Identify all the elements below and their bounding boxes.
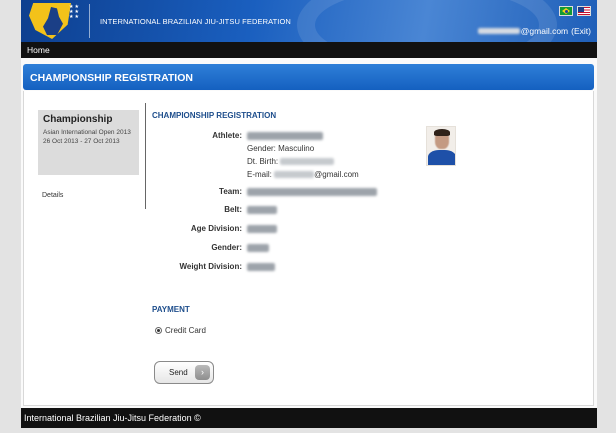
site-header: ★★ ★★ ★★ INTERNATIONAL BRAZILIAN JIU-JIT… — [21, 0, 597, 42]
team-redacted — [247, 188, 377, 196]
send-label: Send — [169, 368, 188, 377]
credit-card-option[interactable]: Credit Card — [155, 326, 206, 335]
gender-label: Gender: — [211, 243, 242, 252]
page-frame: ★★ ★★ ★★ INTERNATIONAL BRAZILIAN JIU-JIT… — [21, 0, 597, 433]
page-title: CHAMPIONSHIP REGISTRATION — [30, 72, 193, 84]
athlete-name-redacted — [247, 132, 323, 140]
weight-division-label: Weight Division: — [179, 262, 242, 271]
chevron-right-icon: › — [195, 365, 210, 380]
email-suffix: @gmail.com — [314, 170, 359, 179]
registration-section-title: CHAMPIONSHIP REGISTRATION — [152, 111, 277, 120]
championship-card: Championship Asian International Open 20… — [38, 110, 139, 175]
team-label: Team: — [219, 187, 242, 196]
athlete-email: E-mail: @gmail.com — [247, 170, 359, 179]
athlete-gender: Gender: Masculino — [247, 144, 315, 153]
belt-redacted — [247, 206, 277, 214]
user-info: @gmail.com (Exit) — [477, 26, 591, 36]
email-redacted — [274, 171, 315, 179]
nav-bar: Home — [21, 42, 597, 58]
usa-flag-icon[interactable] — [577, 6, 591, 16]
user-email-suffix: @gmail.com — [520, 26, 569, 36]
photo-hair — [434, 129, 450, 136]
credit-card-label: Credit Card — [165, 326, 206, 335]
send-button[interactable]: Send › — [154, 361, 214, 384]
language-flags — [559, 6, 591, 16]
logo-stars-icon: ★★ ★★ ★★ — [69, 4, 80, 20]
dob-label: Dt. Birth: — [247, 157, 279, 166]
page-titlebar: CHAMPIONSHIP REGISTRATION — [23, 64, 594, 90]
belt-label: Belt: — [224, 205, 242, 214]
header-divider — [89, 4, 90, 38]
site-footer: International Brazilian Jiu-Jitsu Federa… — [21, 408, 597, 428]
nav-home-link[interactable]: Home — [27, 45, 50, 55]
user-email-redacted — [477, 28, 520, 34]
athlete-dob: Dt. Birth: — [247, 157, 335, 166]
credit-card-radio[interactable] — [155, 327, 162, 334]
age-division-label: Age Division: — [190, 224, 242, 233]
championship-card-title: Championship — [43, 114, 113, 125]
photo-shirt — [428, 150, 455, 165]
dob-redacted — [280, 158, 335, 166]
payment-section-title: PAYMENT — [152, 305, 190, 314]
footer-text: International Brazilian Jiu-Jitsu Federa… — [24, 413, 201, 423]
org-name: INTERNATIONAL BRAZILIAN JIU-JITSU FEDERA… — [100, 17, 291, 26]
event-name: Asian International Open 2013 — [43, 129, 131, 136]
brazil-flag-icon[interactable] — [559, 6, 573, 16]
details-link[interactable]: Details — [42, 192, 63, 199]
gender-redacted — [247, 244, 269, 252]
main-content: CHAMPIONSHIP REGISTRATION Championship A… — [21, 58, 597, 408]
exit-link[interactable]: (Exit) — [571, 26, 591, 36]
email-label: E-mail: — [247, 170, 272, 179]
ibjjf-logo[interactable]: ★★ ★★ ★★ — [29, 3, 79, 39]
athlete-label: Athlete: — [212, 131, 242, 140]
age-division-redacted — [247, 225, 277, 233]
registration-panel: Championship Asian International Open 20… — [23, 91, 594, 406]
event-dates: 26 Oct 2013 - 27 Oct 2013 — [43, 138, 120, 145]
athlete-photo — [426, 126, 456, 166]
weight-division-redacted — [247, 263, 275, 271]
